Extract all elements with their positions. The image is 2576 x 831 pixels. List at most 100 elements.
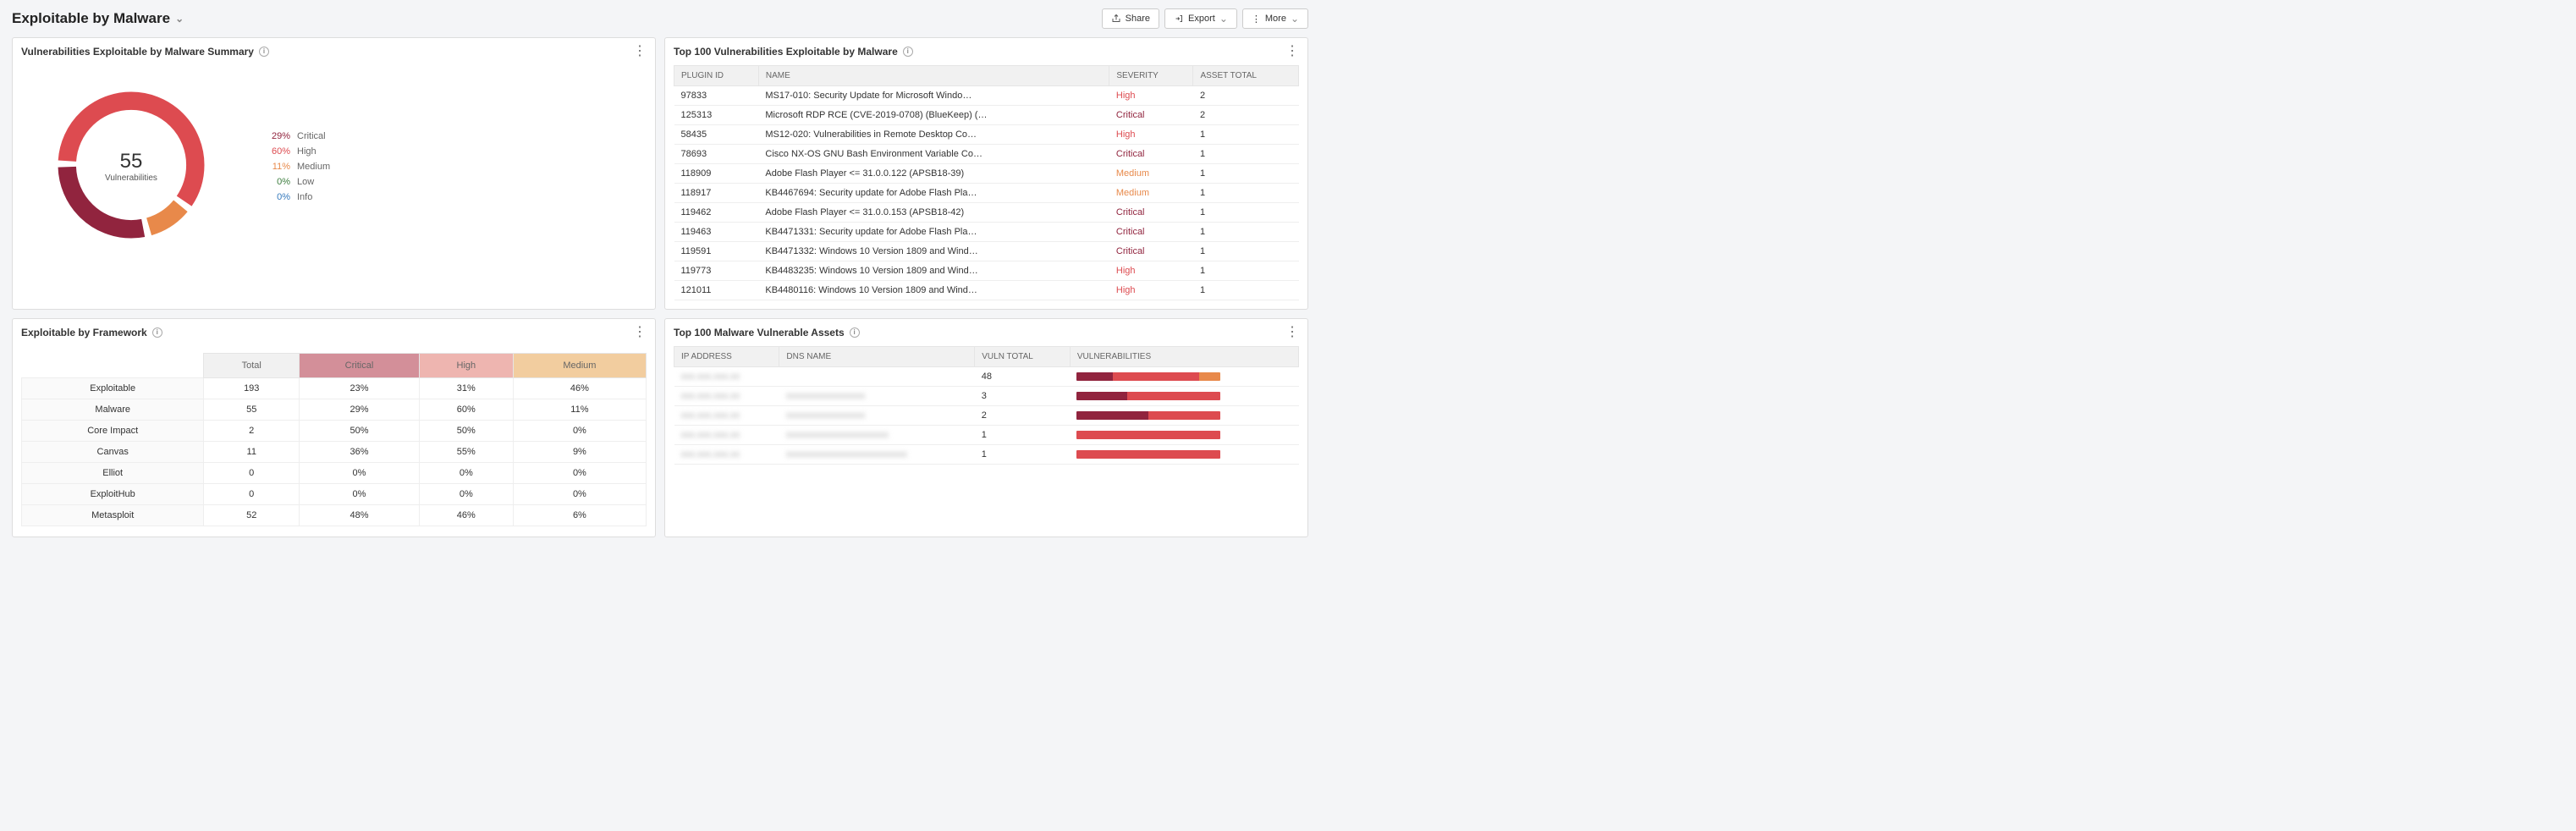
cell-ip: xxx.xxx.xxx.xx	[674, 445, 779, 465]
table-row[interactable]: Metasploit5248%46%6%	[22, 505, 647, 526]
cell-asset-total: 1	[1193, 145, 1299, 164]
cell-vuln-bar	[1070, 367, 1298, 387]
cell-name: KB4471331: Security update for Adobe Fla…	[758, 223, 1109, 242]
share-icon	[1111, 14, 1121, 24]
cell-med: 0%	[513, 463, 646, 484]
assets-col[interactable]: IP ADDRESS	[674, 347, 779, 367]
share-label: Share	[1126, 14, 1150, 24]
legend-item[interactable]: 60%High	[267, 146, 330, 157]
cell-ip: xxx.xxx.xxx.xx	[674, 406, 779, 426]
table-row[interactable]: ExploitHub00%0%0%	[22, 484, 647, 505]
cell-severity: Critical	[1109, 223, 1193, 242]
cell-asset-total: 1	[1193, 261, 1299, 281]
info-icon[interactable]: i	[903, 47, 913, 57]
cell-vuln-bar	[1070, 426, 1298, 445]
table-row[interactable]: 118909Adobe Flash Player <= 31.0.0.122 (…	[674, 164, 1299, 184]
cell-asset-total: 1	[1193, 184, 1299, 203]
vuln-col[interactable]: SEVERITY	[1109, 66, 1193, 86]
table-row[interactable]: 119462Adobe Flash Player <= 31.0.0.153 (…	[674, 203, 1299, 223]
table-row[interactable]: 119773KB4483235: Windows 10 Version 1809…	[674, 261, 1299, 281]
donut-center-value: 55	[120, 150, 143, 173]
table-row[interactable]: 125313Microsoft RDP RCE (CVE-2019-0708) …	[674, 106, 1299, 125]
legend-item[interactable]: 11%Medium	[267, 162, 330, 172]
table-row[interactable]: 119463KB4471331: Security update for Ado…	[674, 223, 1299, 242]
table-row[interactable]: xxx.xxx.xxx.xxxxxxxxxxxxxxxxxxxxxxxxxxxx…	[674, 445, 1299, 465]
cell-med: 0%	[513, 484, 646, 505]
vuln-col[interactable]: PLUGIN ID	[674, 66, 759, 86]
table-row[interactable]: 119591KB4471332: Windows 10 Version 1809…	[674, 242, 1299, 261]
cell-name: Cisco NX-OS GNU Bash Environment Variabl…	[758, 145, 1109, 164]
panel-assets: Top 100 Malware Vulnerable Assets i ⋮ IP…	[664, 318, 1308, 537]
table-row[interactable]: 118917KB4467694: Security update for Ado…	[674, 184, 1299, 203]
cell-severity: Critical	[1109, 145, 1193, 164]
table-row[interactable]: Exploitable19323%31%46%	[22, 378, 647, 399]
cell-name: KB4483235: Windows 10 Version 1809 and W…	[758, 261, 1109, 281]
cell-severity: Critical	[1109, 203, 1193, 223]
chevron-down-icon: ⌄	[1291, 13, 1299, 25]
panel-menu-button[interactable]: ⋮	[633, 45, 647, 58]
framework-table: Total Critical High Medium Exploitable19…	[21, 353, 647, 526]
table-row[interactable]: xxx.xxx.xxx.xxxxxxxxxxxxxxxxxxx2	[674, 406, 1299, 426]
panel-menu-button[interactable]: ⋮	[1285, 45, 1299, 58]
chevron-down-icon: ⌄	[175, 13, 184, 25]
table-row[interactable]: 78693Cisco NX-OS GNU Bash Environment Va…	[674, 145, 1299, 164]
col-high: High	[419, 354, 513, 378]
table-row[interactable]: xxx.xxx.xxx.xxxxxxxxxxxxxxxxxxxxxxxx1	[674, 426, 1299, 445]
export-button[interactable]: Export ⌄	[1164, 8, 1237, 29]
cell-total: 2	[204, 421, 300, 442]
info-icon[interactable]: i	[259, 47, 269, 57]
page-title[interactable]: Exploitable by Malware ⌄	[12, 10, 184, 27]
assets-col[interactable]: VULNERABILITIES	[1070, 347, 1298, 367]
info-icon[interactable]: i	[152, 327, 162, 338]
cell-label: Elliot	[22, 463, 204, 484]
table-row[interactable]: Malware5529%60%11%	[22, 399, 647, 421]
table-row[interactable]: 121011KB4480116: Windows 10 Version 1809…	[674, 281, 1299, 300]
assets-col[interactable]: DNS NAME	[779, 347, 975, 367]
cell-total: 55	[204, 399, 300, 421]
cell-severity: High	[1109, 261, 1193, 281]
cell-asset-total: 1	[1193, 281, 1299, 300]
vuln-col[interactable]: NAME	[758, 66, 1109, 86]
share-button[interactable]: Share	[1102, 8, 1159, 29]
assets-col[interactable]: VULN TOTAL	[975, 347, 1071, 367]
cell-crit: 23%	[300, 378, 420, 399]
legend-pct: 0%	[267, 192, 290, 202]
header-actions: Share Export ⌄ ⋮ More ⌄	[1102, 8, 1308, 29]
info-icon[interactable]: i	[850, 327, 860, 338]
cell-plugin-id: 125313	[674, 106, 759, 125]
cell-total: 0	[204, 463, 300, 484]
cell-total: 193	[204, 378, 300, 399]
cell-name: KB4471332: Windows 10 Version 1809 and W…	[758, 242, 1109, 261]
legend-item[interactable]: 29%Critical	[267, 131, 330, 141]
table-row[interactable]: 58435MS12-020: Vulnerabilities in Remote…	[674, 125, 1299, 145]
table-row[interactable]: Elliot00%0%0%	[22, 463, 647, 484]
legend-item[interactable]: 0%Low	[267, 177, 330, 187]
panel-framework: Exploitable by Framework i ⋮ Total Criti…	[12, 318, 656, 537]
cell-severity: High	[1109, 86, 1193, 106]
cell-severity: Critical	[1109, 106, 1193, 125]
cell-label: Core Impact	[22, 421, 204, 442]
table-row[interactable]: 97833MS17-010: Security Update for Micro…	[674, 86, 1299, 106]
cell-high: 50%	[419, 421, 513, 442]
cell-dns: xxxxxxxxxxxxxxxxx	[779, 387, 975, 406]
panel-menu-button[interactable]: ⋮	[1285, 326, 1299, 339]
table-row[interactable]: Core Impact250%50%0%	[22, 421, 647, 442]
cell-name: MS17-010: Security Update for Microsoft …	[758, 86, 1109, 106]
table-row[interactable]: xxx.xxx.xxx.xx48	[674, 367, 1299, 387]
cell-asset-total: 2	[1193, 106, 1299, 125]
legend-item[interactable]: 0%Info	[267, 192, 330, 202]
vuln-col[interactable]: ASSET TOTAL	[1193, 66, 1299, 86]
cell-med: 46%	[513, 378, 646, 399]
cell-name: KB4480116: Windows 10 Version 1809 and W…	[758, 281, 1109, 300]
cell-ip: xxx.xxx.xxx.xx	[674, 426, 779, 445]
table-row[interactable]: Canvas1136%55%9%	[22, 442, 647, 463]
more-button[interactable]: ⋮ More ⌄	[1242, 8, 1308, 29]
cell-severity: Critical	[1109, 242, 1193, 261]
cell-severity: High	[1109, 125, 1193, 145]
cell-vuln-total: 1	[975, 426, 1071, 445]
panel-menu-button[interactable]: ⋮	[633, 326, 647, 339]
table-row[interactable]: xxx.xxx.xxx.xxxxxxxxxxxxxxxxxxx3	[674, 387, 1299, 406]
assets-table: IP ADDRESSDNS NAMEVULN TOTALVULNERABILIT…	[674, 346, 1299, 465]
panel-framework-title: Exploitable by Framework	[21, 327, 147, 338]
cell-plugin-id: 119462	[674, 203, 759, 223]
